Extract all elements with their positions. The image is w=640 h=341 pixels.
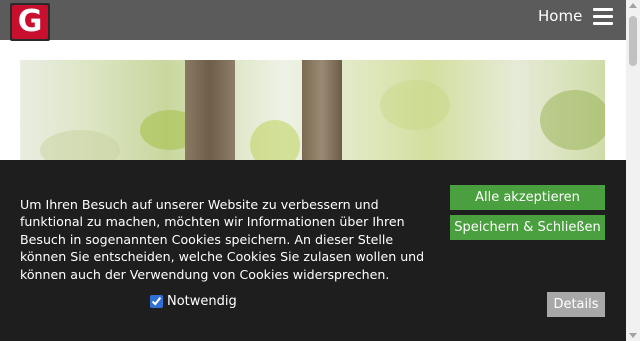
nav-link-home[interactable]: Home <box>538 7 582 25</box>
necessary-label: Notwendig <box>167 294 237 309</box>
tree-trunk <box>185 60 235 170</box>
hero-image <box>20 60 605 170</box>
logo-letter: G <box>17 4 43 39</box>
site-logo[interactable]: G <box>10 3 50 41</box>
logo-g-icon: G <box>12 5 48 39</box>
necessary-cookies-option[interactable]: Notwendig <box>150 293 237 310</box>
scroll-down-arrow-icon[interactable] <box>629 333 637 338</box>
top-navigation-bar: G Home <box>0 0 626 41</box>
accept-all-button[interactable]: Alle akzeptieren <box>450 185 605 210</box>
hamburger-menu-icon[interactable] <box>593 8 613 26</box>
tree-trunk <box>302 60 342 170</box>
necessary-checkbox[interactable] <box>150 295 163 308</box>
page-scrollbar[interactable] <box>626 0 640 341</box>
cookie-consent-text: Um Ihren Besuch auf unserer Website zu v… <box>20 197 425 282</box>
scroll-up-arrow-icon[interactable] <box>629 3 637 8</box>
save-and-close-button[interactable]: Speichern & Schließen <box>450 215 605 240</box>
scrollbar-thumb[interactable] <box>629 16 637 66</box>
cookie-consent-banner: Um Ihren Besuch auf unserer Website zu v… <box>0 160 626 341</box>
details-button[interactable]: Details <box>547 292 605 317</box>
